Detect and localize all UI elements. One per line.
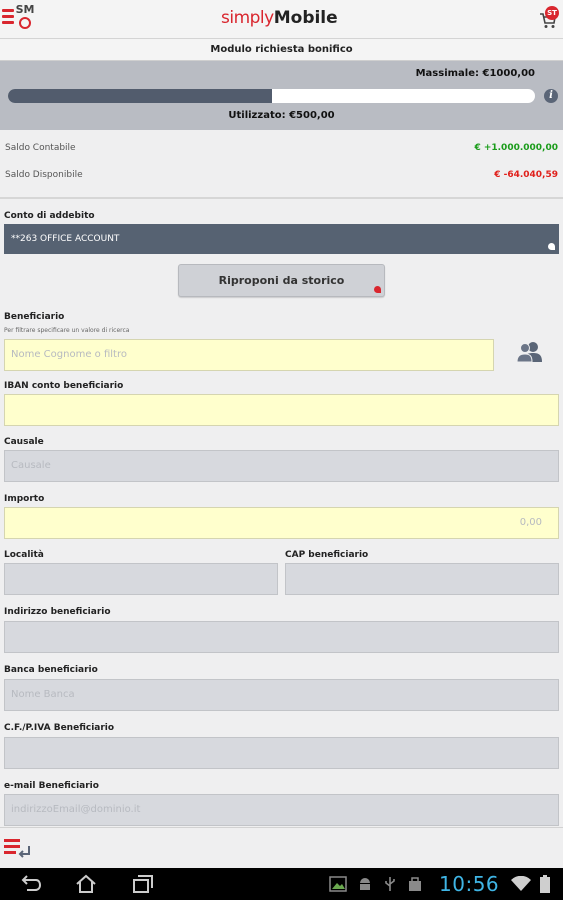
iban-label: IBAN conto beneficiario xyxy=(4,381,124,391)
recent-apps-icon[interactable] xyxy=(130,874,154,894)
back-icon[interactable] xyxy=(18,874,42,894)
localita-input[interactable] xyxy=(4,563,278,595)
beneficiary-hint: Per filtrare specificare un valore di ri… xyxy=(4,327,130,334)
brand-simply: simply xyxy=(221,8,274,28)
balance-available-label: Saldo Disponibile xyxy=(5,170,83,180)
store-notification-icon xyxy=(407,876,423,892)
battery-icon xyxy=(540,875,550,893)
cf-input[interactable] xyxy=(4,737,559,769)
brand-mobile: Mobile xyxy=(273,8,338,28)
gallery-notification-icon xyxy=(329,876,347,892)
app-bottom-bar xyxy=(0,827,563,868)
account-select[interactable]: **263 OFFICE ACCOUNT xyxy=(4,224,559,254)
email-input[interactable]: indirizzoEmail@dominio.it xyxy=(4,794,559,826)
home-icon[interactable] xyxy=(74,874,98,894)
info-icon[interactable]: i xyxy=(544,89,558,103)
importo-label: Importo xyxy=(4,494,45,504)
dropdown-corner-icon xyxy=(374,286,381,293)
page-title: Modulo richiesta bonifico xyxy=(0,39,563,61)
usb-icon xyxy=(383,876,397,892)
indirizzo-input[interactable] xyxy=(4,621,559,653)
account-value: **263 OFFICE ACCOUNT xyxy=(11,234,120,244)
banca-label: Banca beneficiario xyxy=(4,665,98,675)
causale-label: Causale xyxy=(4,437,44,447)
causale-input[interactable]: Causale xyxy=(4,450,559,482)
cart-badge: ST xyxy=(545,6,559,20)
cf-label: C.F./P.IVA Beneficiario xyxy=(4,723,115,733)
iban-input[interactable] xyxy=(4,394,559,426)
contacts-icon[interactable] xyxy=(516,341,543,363)
causale-placeholder: Causale xyxy=(11,460,51,471)
account-label: Conto di addebito xyxy=(4,211,95,221)
beneficiary-input[interactable]: Nome Cognome o filtro xyxy=(4,339,494,371)
cap-input[interactable] xyxy=(285,563,559,595)
indirizzo-label: Indirizzo beneficiario xyxy=(4,607,111,617)
importo-input[interactable]: 0,00 xyxy=(4,507,559,539)
email-placeholder: indirizzoEmail@dominio.it xyxy=(11,804,141,815)
app-brand: simplyMobile xyxy=(221,8,338,28)
email-label: e-mail Beneficiario xyxy=(4,781,99,791)
wifi-icon xyxy=(511,875,531,892)
balance-available-value: € -64.040,59 xyxy=(494,170,558,180)
usage-progress-fill xyxy=(8,89,272,103)
used-amount-label: Utilizzato: €500,00 xyxy=(228,110,335,121)
balance-accounting-value: € +1.000.000,00 xyxy=(474,143,558,153)
cap-label: CAP beneficiario xyxy=(285,550,369,560)
importo-value: 0,00 xyxy=(519,517,542,528)
sm-logo-icon[interactable]: SM xyxy=(14,4,36,32)
beneficiary-label: Beneficiario xyxy=(4,312,65,322)
list-menu-icon[interactable] xyxy=(4,838,32,858)
android-notification-icon xyxy=(357,876,373,892)
max-amount-label: Massimale: €1000,00 xyxy=(415,68,535,79)
divider xyxy=(0,197,563,199)
menu-icon[interactable] xyxy=(2,9,14,25)
history-button[interactable]: Riproponi da storico xyxy=(178,264,385,297)
banca-placeholder: Nome Banca xyxy=(11,689,75,700)
localita-label: Località xyxy=(4,550,44,560)
banca-input[interactable]: Nome Banca xyxy=(4,679,559,711)
history-button-label: Riproponi da storico xyxy=(218,274,345,287)
balance-accounting-label: Saldo Contabile xyxy=(5,143,76,153)
status-clock: 10:56 xyxy=(439,872,500,896)
beneficiary-placeholder: Nome Cognome o filtro xyxy=(11,349,127,360)
cart-icon[interactable]: ST xyxy=(539,6,559,28)
dropdown-corner-icon xyxy=(548,243,555,250)
